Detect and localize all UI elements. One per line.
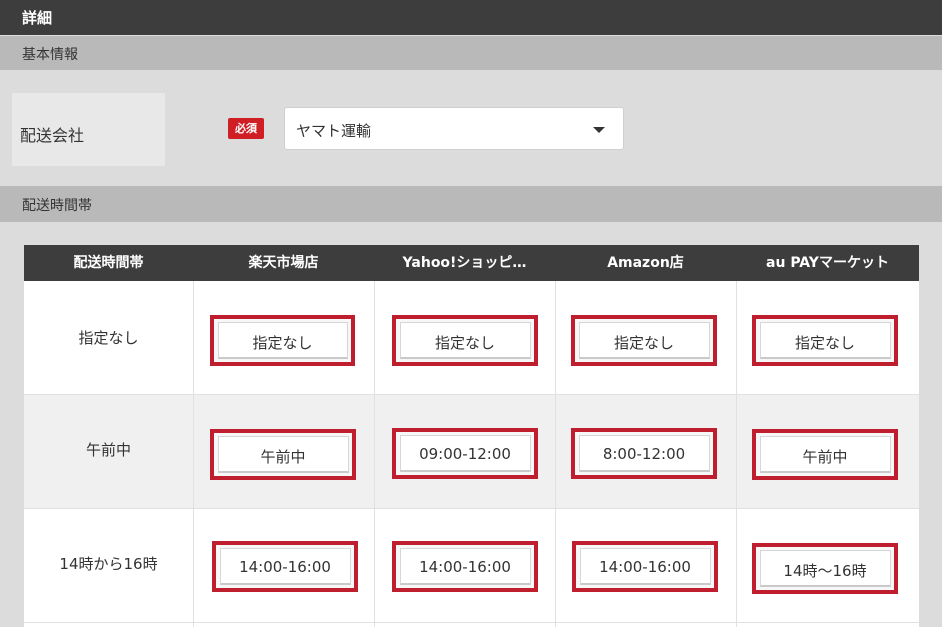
- carrier-label-box: 配送会社: [12, 93, 165, 166]
- slot-value: 指定なし: [794, 334, 855, 352]
- slot-field[interactable]: 09:00-12:00: [392, 428, 538, 479]
- column-divider: [555, 281, 556, 627]
- table-header: 配送時間帯 楽天市場店 Yahoo!ショッピ… Amazon店 au PAYマー…: [24, 245, 919, 281]
- column-divider: [193, 281, 194, 627]
- slot-field[interactable]: 14:00-16:00: [572, 541, 718, 592]
- carrier-label: 配送会社: [20, 126, 85, 145]
- slot-field[interactable]: 指定なし: [752, 315, 898, 366]
- slot-value: 14時〜16時: [783, 562, 867, 580]
- required-badge: 必須: [228, 118, 264, 139]
- time-slot-title: 配送時間帯: [22, 198, 92, 214]
- slot-value: 指定なし: [252, 334, 313, 352]
- slot-value: 指定なし: [434, 334, 495, 352]
- chevron-down-icon: [593, 127, 605, 133]
- detail-header: 詳細: [0, 0, 942, 35]
- row-label: 14時から16時: [59, 555, 158, 573]
- table-row: 14時から16時 14:00-16:00 14:00-16:00 14:00-1…: [24, 509, 919, 622]
- column-header-rakuten: 楽天市場店: [248, 255, 319, 271]
- slot-field[interactable]: 14:00-16:00: [212, 541, 358, 592]
- slot-value: 指定なし: [613, 334, 674, 352]
- slot-field[interactable]: 指定なし: [571, 315, 717, 366]
- slot-field[interactable]: 14:00-16:00: [392, 541, 538, 592]
- slot-value: 14:00-16:00: [419, 558, 511, 576]
- slot-value: 14:00-16:00: [239, 558, 331, 576]
- column-header-time-slot: 配送時間帯: [73, 255, 144, 271]
- row-label: 指定なし: [78, 329, 139, 347]
- slot-field[interactable]: 午前中: [752, 429, 898, 480]
- slot-value: 14:00-16:00: [599, 558, 691, 576]
- slot-value: 午前中: [260, 448, 306, 466]
- slot-field[interactable]: 午前中: [210, 429, 356, 480]
- time-slot-table: 配送時間帯 楽天市場店 Yahoo!ショッピ… Amazon店 au PAYマー…: [24, 245, 919, 627]
- carrier-select-value: ヤマト運輸: [296, 122, 372, 140]
- column-header-amazon: Amazon店: [607, 255, 684, 271]
- table-row: 午前中 午前中 09:00-12:00 8:00-12:00 午前中: [24, 395, 919, 508]
- table-row: 指定なし 指定なし 指定なし 指定なし 指定なし: [24, 281, 919, 394]
- carrier-select[interactable]: ヤマト運輸: [284, 107, 624, 150]
- row-label: 午前中: [85, 441, 131, 459]
- column-header-au-pay: au PAYマーケット: [766, 255, 889, 271]
- basic-info-section-header: 基本情報: [0, 36, 942, 70]
- slot-field[interactable]: 8:00-12:00: [571, 428, 717, 479]
- row-divider: [24, 622, 919, 623]
- slot-field[interactable]: 指定なし: [392, 315, 538, 366]
- column-divider: [374, 281, 375, 627]
- slot-field[interactable]: 14時〜16時: [752, 543, 898, 594]
- slot-field[interactable]: 指定なし: [210, 315, 355, 366]
- detail-title: 詳細: [22, 9, 53, 27]
- slot-value: 09:00-12:00: [419, 445, 511, 463]
- column-header-yahoo: Yahoo!ショッピ…: [402, 255, 527, 271]
- column-divider: [736, 281, 737, 627]
- time-slot-section-header: 配送時間帯: [0, 186, 942, 222]
- slot-value: 午前中: [802, 448, 848, 466]
- basic-info-title: 基本情報: [22, 47, 78, 63]
- slot-value: 8:00-12:00: [602, 445, 686, 463]
